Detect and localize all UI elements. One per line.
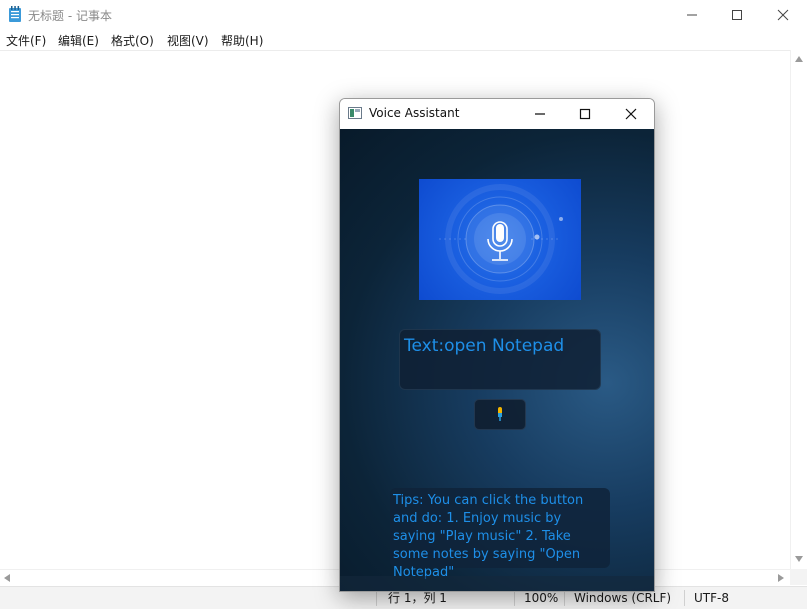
bottom-strip — [340, 576, 654, 591]
close-icon — [625, 108, 637, 120]
scrollbar-corner — [790, 569, 807, 585]
notepad-titlebar: 无标题 - 记事本 — [0, 0, 807, 30]
minimize-icon — [535, 113, 545, 115]
encoding: UTF-8 — [694, 591, 729, 605]
menu-bar: 文件(F) 编辑(E) 格式(O) 视图(V) 帮助(H) — [0, 30, 807, 50]
menu-help[interactable]: 帮助(H) — [221, 32, 263, 49]
va-minimize-button[interactable] — [517, 99, 563, 129]
microphone-button[interactable] — [474, 399, 526, 430]
microphone-banner — [419, 179, 581, 300]
minimize-icon — [687, 14, 697, 16]
notepad-icon — [9, 6, 21, 22]
scroll-left-icon[interactable] — [4, 574, 10, 582]
window-title: 无标题 - 记事本 — [28, 9, 112, 23]
maximize-icon — [732, 10, 742, 20]
menu-view[interactable]: 视图(V) — [167, 32, 209, 49]
vertical-scrollbar[interactable] — [790, 50, 807, 569]
voice-assistant-body: Text:open Notepad Tips: You can click th… — [340, 129, 654, 591]
scroll-up-icon[interactable] — [795, 56, 803, 62]
tips-box: Tips: You can click the button and do: 1… — [390, 488, 610, 580]
voice-assistant-window: Voice Assistant Text:open Notepad Tips: … — [339, 98, 655, 592]
close-icon — [777, 9, 789, 21]
maximize-button[interactable] — [714, 0, 760, 30]
va-maximize-button[interactable] — [562, 99, 608, 129]
status-separator — [376, 590, 377, 606]
recognized-text: Text:open Notepad — [404, 336, 565, 356]
menu-format[interactable]: 格式(O) — [111, 32, 154, 49]
menu-edit[interactable]: 编辑(E) — [58, 32, 99, 49]
tips-text: Tips: You can click the button and do: 1… — [393, 493, 584, 580]
app-window-icon — [348, 107, 362, 119]
microphone-icon — [498, 407, 502, 421]
microphone-icon — [439, 184, 563, 294]
scroll-down-icon[interactable] — [795, 556, 803, 562]
minimize-button[interactable] — [669, 0, 715, 30]
recognized-text-box: Text:open Notepad — [399, 329, 601, 390]
menu-file[interactable]: 文件(F) — [6, 32, 46, 49]
close-button[interactable] — [760, 0, 806, 30]
maximize-icon — [579, 108, 591, 120]
scroll-right-icon[interactable] — [778, 574, 784, 582]
voice-assistant-titlebar: Voice Assistant — [340, 99, 654, 129]
voice-assistant-title: Voice Assistant — [369, 106, 460, 120]
va-close-button[interactable] — [608, 99, 654, 129]
